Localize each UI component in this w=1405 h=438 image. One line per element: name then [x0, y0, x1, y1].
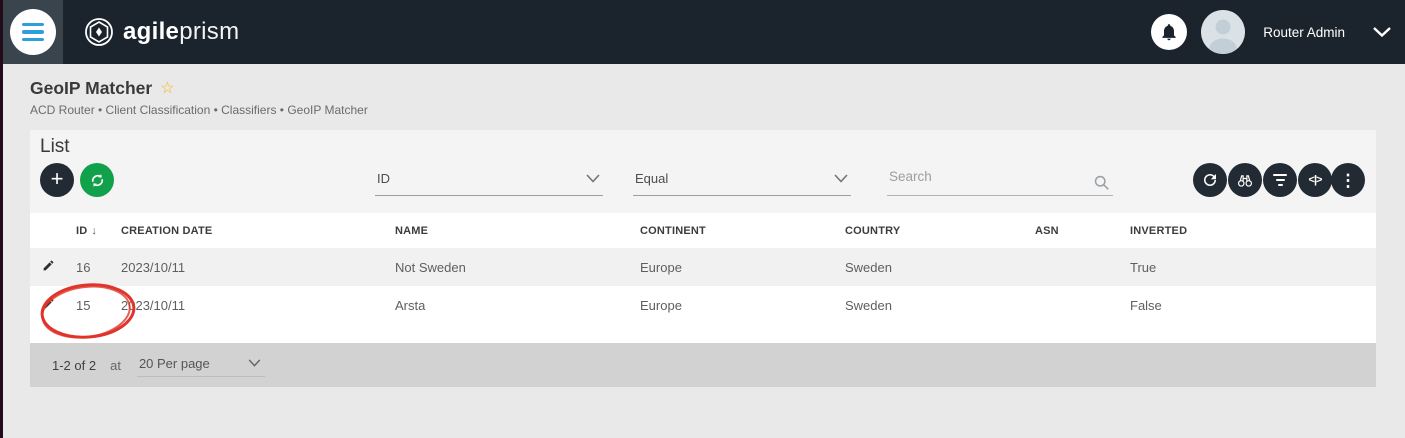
cell-continent: Europe — [640, 259, 682, 275]
filter-icon — [1273, 173, 1287, 187]
cell-name: Not Sweden — [395, 259, 466, 275]
cell-country: Sweden — [845, 259, 892, 275]
find-button[interactable] — [1228, 163, 1262, 197]
menu-box — [3, 0, 63, 64]
per-page-select[interactable]: 20 Per page — [136, 354, 265, 377]
chevron-down-icon — [248, 359, 261, 367]
column-header-id[interactable]: ID ↓ — [66, 213, 111, 248]
list-heading: List — [40, 136, 70, 157]
column-header-continent[interactable]: CONTINENT — [630, 213, 835, 248]
user-avatar[interactable] — [1201, 10, 1246, 54]
pagination-bar: 1-2 of 2 at 20 Per page — [30, 343, 1376, 387]
table-row: 16 2023/10/11 Not Sweden Europe Sweden T… — [30, 248, 1376, 286]
refresh-icon — [1204, 174, 1216, 186]
favorite-star-icon[interactable]: ☆ — [160, 80, 174, 97]
cell-country: Sweden — [845, 297, 892, 313]
page-title: GeoIP Matcher — [30, 78, 153, 98]
brand-name: agileprism — [123, 18, 240, 45]
chevron-down-icon — [586, 174, 600, 183]
filter-operator-value: Equal — [635, 171, 669, 186]
brand-logo[interactable]: agileprism — [84, 0, 239, 64]
filter-operator-select[interactable]: Equal — [633, 166, 851, 196]
navbar-right: Router Admin — [1151, 0, 1405, 64]
sync-icon — [91, 173, 103, 187]
pagination-at-label: at — [110, 357, 121, 373]
column-header-actions — [30, 213, 66, 248]
edit-row-button[interactable] — [36, 257, 61, 277]
sort-desc-icon: ↓ — [91, 224, 98, 237]
breadcrumb: ACD Router • Client Classification • Cla… — [30, 103, 368, 117]
table-header-row: ID ↓ CREATION DATE NAME CONTINENT COUNTRY… — [30, 213, 1376, 248]
search-box — [887, 166, 1113, 196]
column-header-inverted[interactable]: INVERTED — [1120, 213, 1376, 248]
more-vertical-icon: ⋮ — [1339, 170, 1357, 190]
sync-button[interactable] — [80, 163, 114, 197]
filter-field-value: ID — [377, 171, 390, 186]
top-navbar: agileprism Router Admin — [0, 0, 1405, 64]
more-options-button[interactable]: ⋮ — [1331, 163, 1365, 197]
column-header-creation-date[interactable]: CREATION DATE — [111, 213, 385, 248]
bell-icon — [1162, 24, 1176, 41]
geoip-table: ID ↓ CREATION DATE NAME CONTINENT COUNTRY… — [30, 213, 1376, 344]
cell-inverted: True — [1130, 259, 1157, 275]
hamburger-icon — [22, 22, 44, 27]
columns-button[interactable]: <|> — [1298, 163, 1332, 197]
cell-asn — [1025, 286, 1120, 324]
agileprism-logo-icon — [85, 18, 113, 46]
filter-field-select[interactable]: ID — [375, 166, 603, 196]
column-header-country[interactable]: COUNTRY — [835, 213, 1025, 248]
cell-continent: Europe — [640, 297, 682, 313]
cell-creation-date: 2023/10/11 — [121, 297, 186, 313]
add-button[interactable]: + — [40, 163, 74, 197]
edit-row-button[interactable] — [36, 295, 61, 315]
cell-id: 16 — [76, 259, 91, 275]
binoculars-icon — [1237, 175, 1253, 187]
refresh-button[interactable] — [1193, 163, 1227, 197]
table-row: 15 2023/10/11 Arsta Europe Sweden False — [30, 286, 1376, 324]
pencil-icon — [43, 260, 53, 271]
column-header-asn[interactable]: ASN — [1025, 213, 1120, 248]
cell-creation-date: 2023/10/11 — [121, 259, 186, 275]
notifications-button[interactable] — [1151, 14, 1188, 50]
search-input[interactable] — [889, 169, 1074, 184]
per-page-value: 20 Per page — [138, 355, 210, 371]
cell-inverted: False — [1130, 297, 1162, 313]
user-name[interactable]: Router Admin — [1263, 25, 1345, 40]
pencil-icon — [43, 298, 53, 309]
list-card: List + ID Equal Search <|> ⋮ ID ↓ CREATI… — [30, 130, 1376, 387]
cell-asn — [1025, 248, 1120, 286]
code-icon: <|> — [1308, 174, 1323, 186]
pagination-range: 1-2 of 2 — [52, 357, 97, 373]
column-header-name[interactable]: NAME — [385, 213, 630, 248]
chevron-down-icon — [834, 174, 848, 183]
cell-id: 15 — [76, 297, 91, 313]
left-edge-strip — [0, 0, 3, 438]
user-menu-chevron-down-icon[interactable] — [1373, 27, 1391, 37]
plus-icon: + — [50, 166, 64, 191]
person-icon — [1201, 10, 1246, 54]
search-icon — [1094, 175, 1109, 190]
cell-name: Arsta — [395, 297, 426, 313]
hamburger-menu-button[interactable] — [10, 9, 56, 55]
filter-button[interactable] — [1263, 163, 1297, 197]
